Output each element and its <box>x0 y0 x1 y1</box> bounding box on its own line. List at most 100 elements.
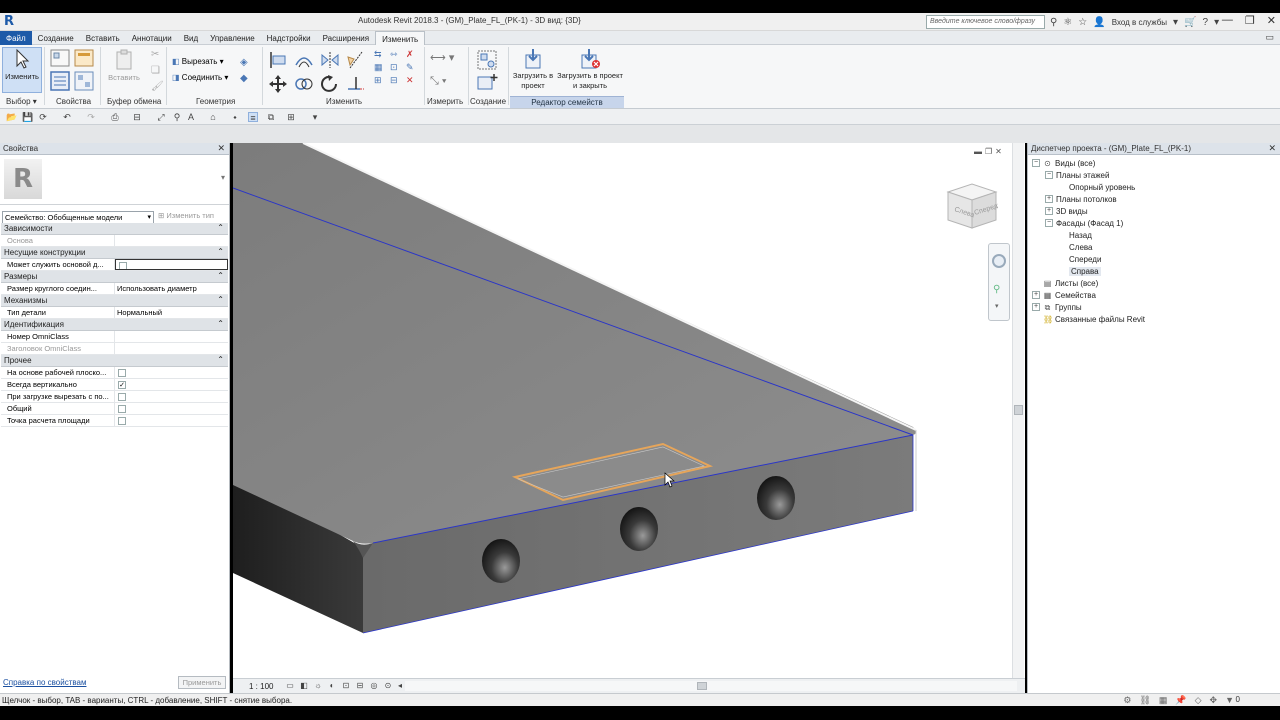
edit-type-button[interactable]: ⊞ Изменить тип <box>158 211 214 220</box>
tab-insert[interactable]: Вставить <box>80 31 126 45</box>
property-row[interactable]: Основа <box>1 235 228 247</box>
property-group-header[interactable]: Зависимости ⌃ <box>1 223 228 235</box>
property-value[interactable] <box>115 259 228 270</box>
save-icon[interactable]: 💾 <box>22 112 33 122</box>
redo-icon[interactable]: ↷ <box>86 112 96 122</box>
property-group-header[interactable]: Идентификация ⌃ <box>1 319 228 331</box>
match-properties-icon[interactable]: 🖌 <box>151 81 164 92</box>
trim-icon[interactable] <box>346 75 366 93</box>
tab-addins[interactable]: Надстройки <box>261 31 317 45</box>
maximize-icon[interactable]: ❐ <box>1245 14 1255 27</box>
property-checkbox[interactable] <box>118 417 126 425</box>
expand-icon[interactable]: + <box>1032 303 1040 311</box>
mirror-draw-icon[interactable] <box>346 51 366 69</box>
close-view-icon[interactable]: ✕ <box>995 147 1002 156</box>
browser-node[interactable]: − Фасады (Фасад 1) <box>1045 217 1123 229</box>
editable-only-icon[interactable]: ⚙ <box>1123 695 1131 706</box>
browser-node[interactable]: Назад <box>1058 229 1092 241</box>
collapse-icon[interactable]: ⌃ <box>217 247 224 256</box>
type-properties-icon[interactable] <box>74 71 94 91</box>
minimize-view-icon[interactable]: ▬ <box>974 147 982 156</box>
dimension-icon[interactable]: ⤡ ▾ <box>430 75 446 88</box>
filter-icon[interactable]: ▼ <box>1225 695 1234 706</box>
paste-button[interactable]: Вставить <box>104 49 144 82</box>
trim-extend-icon[interactable]: ⊞ <box>374 75 388 86</box>
tab-manage[interactable]: Управление <box>204 31 260 45</box>
collapse-icon[interactable]: − <box>1045 219 1053 227</box>
property-row[interactable]: Заголовок OmniClass <box>1 343 228 355</box>
type-selector[interactable]: R ▾ <box>0 155 229 205</box>
cut-geometry-button[interactable]: ◧ Вырезать ▾ <box>172 57 224 66</box>
minimize-icon[interactable]: — <box>1222 14 1233 27</box>
collapse-icon[interactable]: ⌃ <box>217 319 224 328</box>
property-value[interactable] <box>115 343 228 354</box>
close-icon[interactable]: ✕ <box>217 143 225 154</box>
browser-node[interactable]: + Планы потолков <box>1045 193 1117 205</box>
sign-in-button[interactable]: Вход в службы <box>1112 18 1167 27</box>
property-row[interactable]: Общий <box>1 403 228 415</box>
property-checkbox[interactable] <box>118 405 126 413</box>
split-face-icon[interactable]: ◈ <box>240 57 248 68</box>
browser-node[interactable]: +3D виды <box>1045 205 1088 217</box>
property-row[interactable]: Точка расчета площади <box>1 415 228 427</box>
join-geometry-button[interactable]: ◨ Соединить ▾ <box>172 73 228 82</box>
browser-node[interactable]: Опорный уровень <box>1058 181 1135 193</box>
steering-wheel-icon[interactable] <box>992 254 1006 268</box>
horizontal-scrollbar[interactable] <box>405 681 1017 691</box>
tab-view[interactable]: Вид <box>178 31 204 45</box>
thin-lines-icon[interactable]: ≡ <box>248 112 258 123</box>
property-row[interactable]: Может служить основой д... <box>1 259 228 271</box>
default-3d-view-icon[interactable]: ⌂ <box>208 112 218 122</box>
sun-path-icon[interactable]: ☼ <box>313 681 323 691</box>
property-row[interactable]: На основе рабочей плоско... <box>1 367 228 379</box>
extend-icon[interactable]: ⊟ <box>390 75 404 86</box>
scroll-thumb[interactable] <box>697 682 707 690</box>
user-icon[interactable]: 👤 <box>1093 17 1105 28</box>
paint-icon[interactable]: ◆ <box>240 73 248 84</box>
property-value[interactable]: Использовать диаметр <box>115 283 228 294</box>
property-value[interactable] <box>115 331 228 342</box>
aligned-dimension-icon[interactable]: ⤢ <box>156 112 166 122</box>
property-checkbox[interactable] <box>118 393 126 401</box>
select-by-face-icon[interactable]: ◇ <box>1195 695 1202 706</box>
tab-annotate[interactable]: Аннотации <box>126 31 178 45</box>
apply-button[interactable]: Применить <box>178 676 226 689</box>
pin-icon[interactable]: ✎ <box>406 62 420 73</box>
create-similar-icon[interactable] <box>476 73 498 91</box>
revit-logo-icon[interactable]: R <box>4 14 16 29</box>
delete-icon[interactable]: ✕ <box>406 75 420 86</box>
array-icon[interactable]: ▦ <box>374 62 388 73</box>
browser-node[interactable]: + ⧉ Группы <box>1032 301 1082 313</box>
scroll-thumb[interactable] <box>1014 405 1023 415</box>
3d-viewport[interactable] <box>233 143 1025 678</box>
help-dropdown-icon[interactable]: ▾ <box>1214 17 1219 28</box>
visual-style-icon[interactable]: ◧ <box>299 681 309 691</box>
select-underlay-icon[interactable]: ▦ <box>1159 695 1168 706</box>
property-value[interactable]: Нормальный <box>115 307 228 318</box>
align-icon[interactable] <box>268 51 288 69</box>
tag-icon[interactable]: ⚲ <box>172 112 182 122</box>
property-value[interactable] <box>115 391 228 402</box>
browser-node[interactable]: Справа <box>1058 265 1101 277</box>
property-value[interactable] <box>115 415 228 426</box>
split-icon[interactable]: ⇆ <box>374 49 388 60</box>
cut-icon[interactable]: ✂ <box>151 49 159 60</box>
measure-icon[interactable]: ⟷ ▾ <box>430 51 454 64</box>
collapse-icon[interactable]: − <box>1045 171 1053 179</box>
vertical-scrollbar[interactable] <box>1012 143 1024 678</box>
slab-model[interactable] <box>233 143 1025 678</box>
undo-icon[interactable]: ↶ <box>62 112 72 122</box>
property-group-header[interactable]: Несущие конструкции ⌃ <box>1 247 228 259</box>
expand-icon[interactable]: + <box>1032 291 1040 299</box>
expand-icon[interactable]: + <box>1045 195 1053 203</box>
move-icon[interactable] <box>268 75 288 93</box>
property-value[interactable] <box>115 235 228 246</box>
family-category-icon[interactable] <box>74 49 94 67</box>
property-group-header[interactable]: Механизмы ⌃ <box>1 295 228 307</box>
reveal-hidden-icon[interactable]: ⊙ <box>383 681 393 691</box>
collapse-icon[interactable]: − <box>1032 159 1040 167</box>
select-links-icon[interactable]: ⛓ <box>1139 695 1150 706</box>
browser-node[interactable]: ⛓ Связанные файлы Revit <box>1032 313 1145 325</box>
hide-isolate-icon[interactable]: ◎ <box>369 681 379 691</box>
browser-node[interactable]: + ▦ Семейства <box>1032 289 1096 301</box>
